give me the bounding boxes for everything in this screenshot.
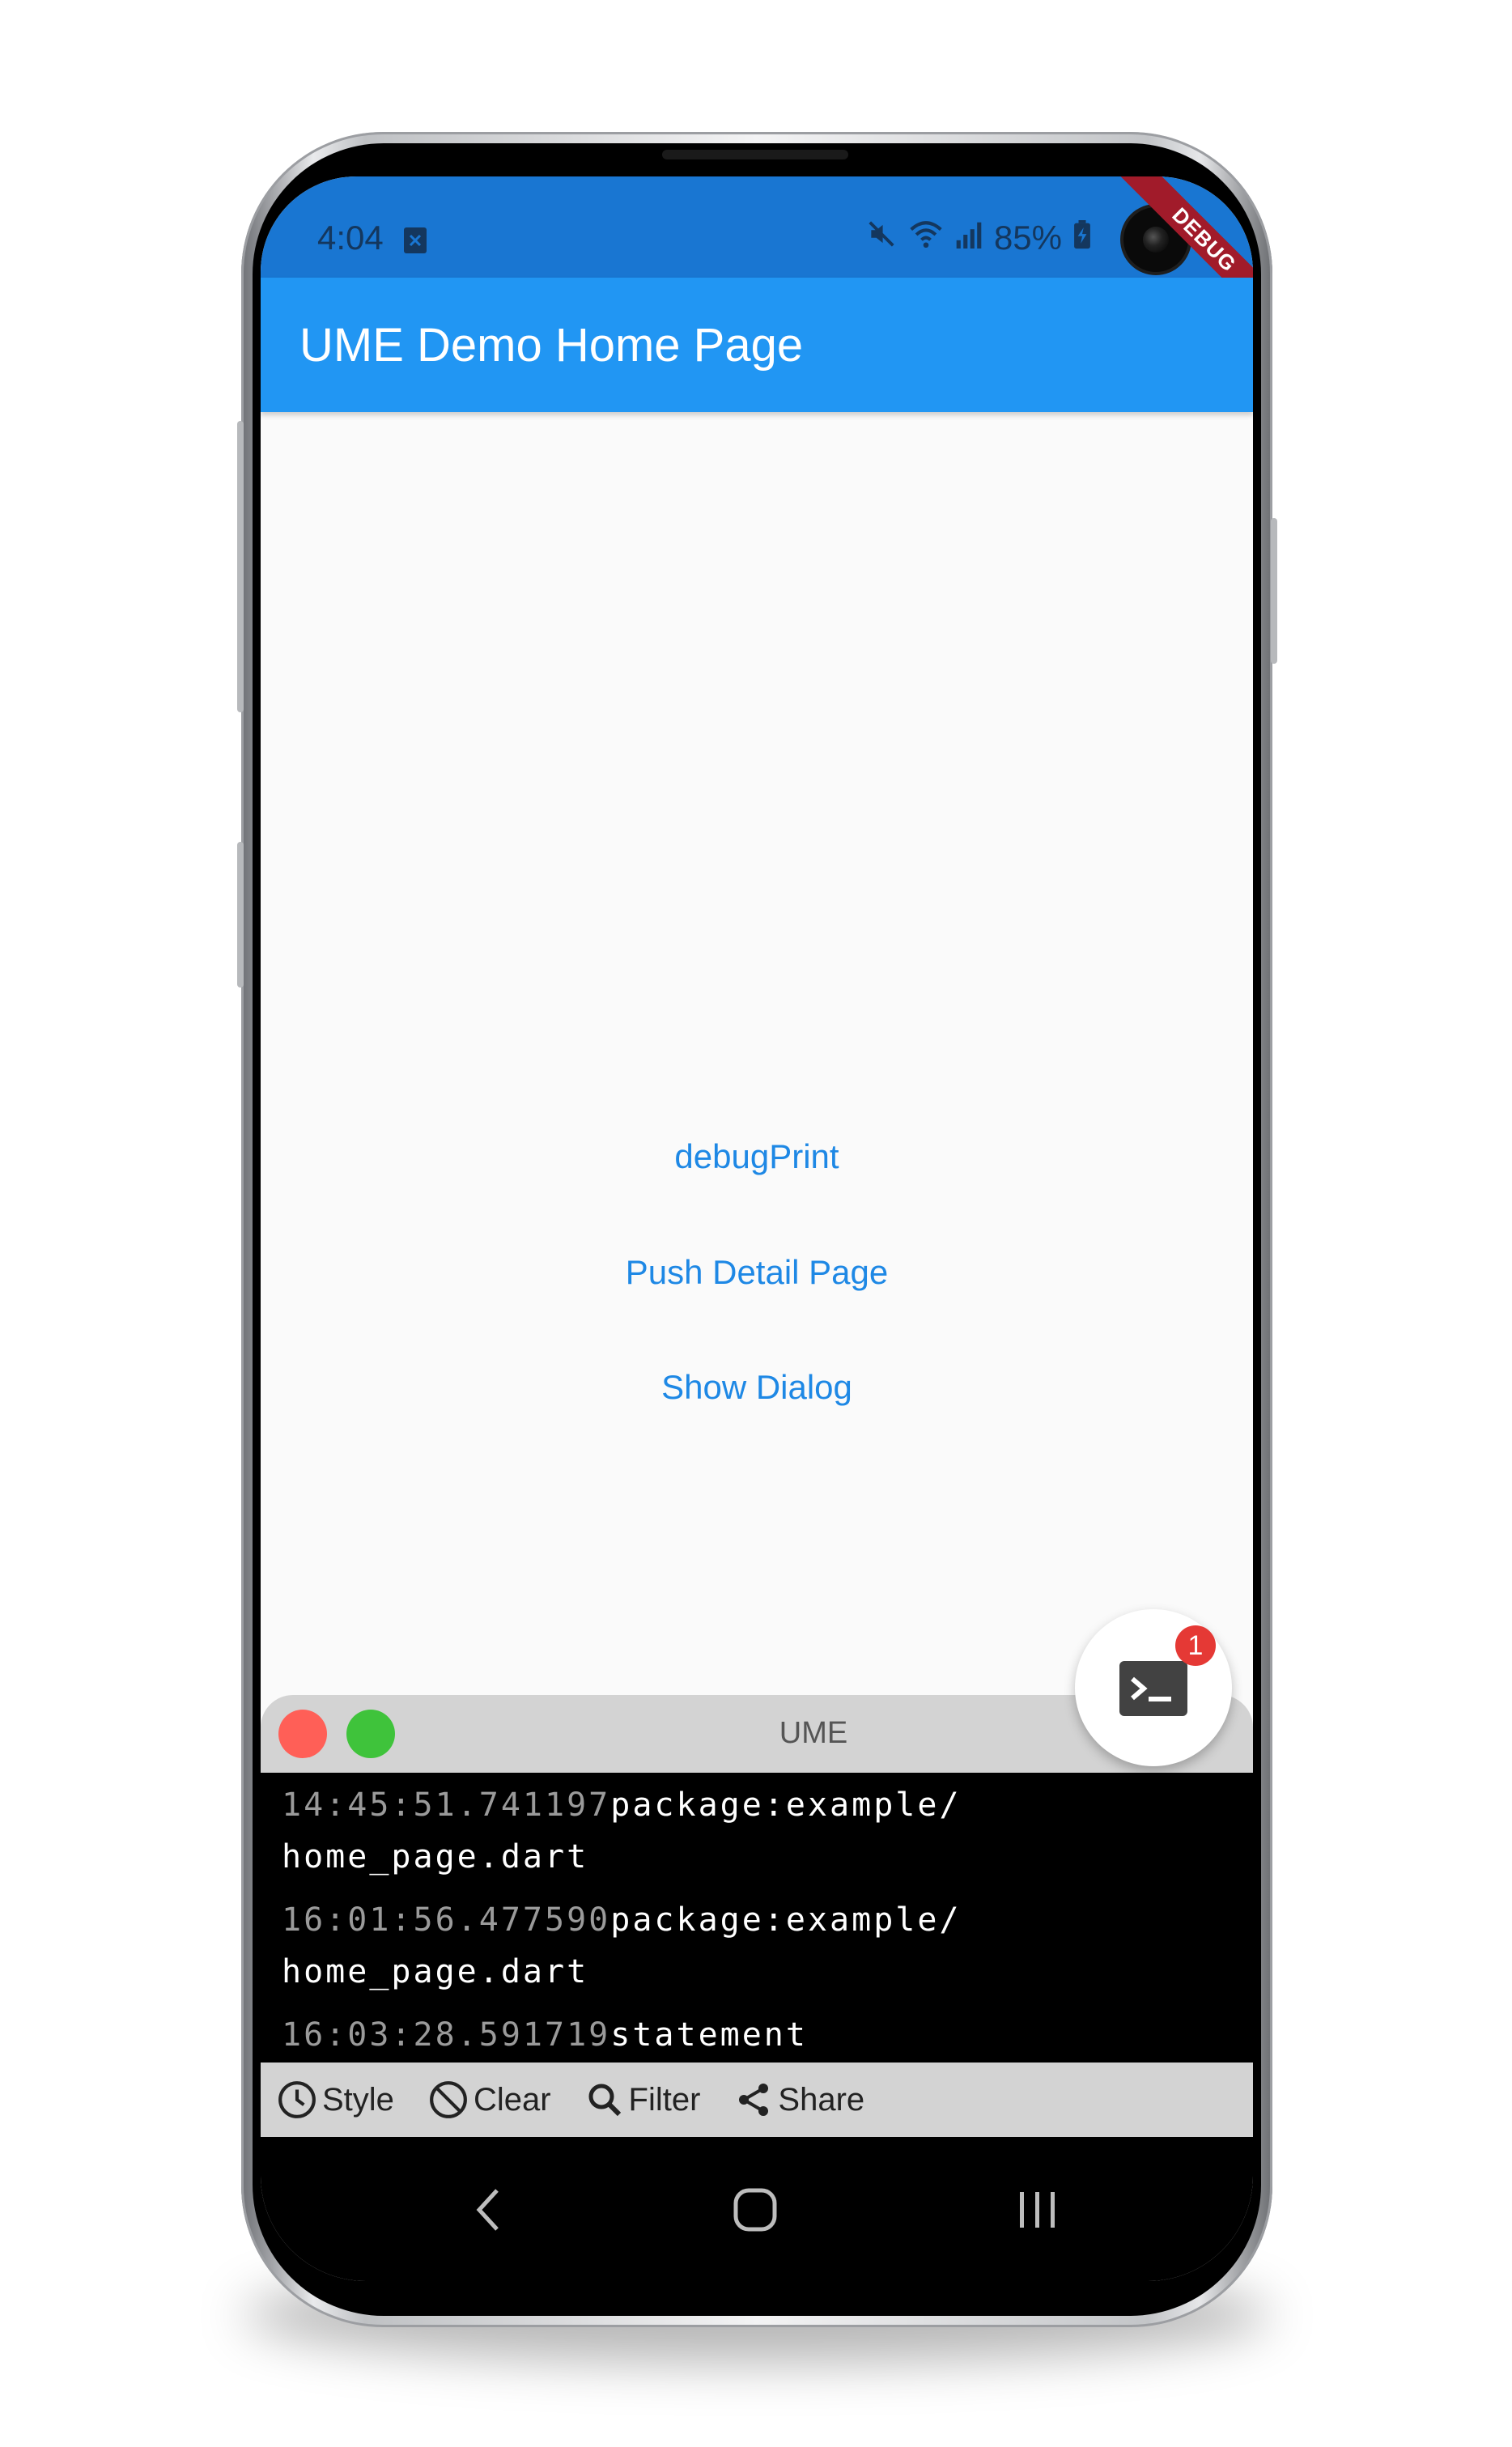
volume-button [237, 421, 244, 712]
signal-icon [955, 219, 983, 257]
log-message-continued: home_page.dart [282, 1838, 589, 1876]
speaker-grille [662, 150, 848, 159]
log-message: package:example/ [610, 1901, 962, 1939]
push-detail-page-button[interactable]: Push Detail Page [261, 1253, 1253, 1292]
log-message: package:example/ [610, 1786, 962, 1824]
log-entry: 14:45:51.741197package:example/ home_pag… [261, 1773, 1253, 1883]
system-navigation-bar [261, 2137, 1253, 2281]
filter-label: Filter [628, 2081, 701, 2118]
debug-print-button[interactable]: debugPrint [261, 1137, 1253, 1176]
log-entry: 16:01:56.477590package:example/ home_pag… [261, 1883, 1253, 1998]
app-bar: UME Demo Home Page [261, 278, 1253, 412]
log-message: statement [610, 2016, 808, 2054]
block-icon [430, 2081, 467, 2118]
style-button[interactable]: Style [277, 2080, 394, 2120]
console-log-area[interactable]: 14:45:51.741197package:example/ home_pag… [261, 1773, 1253, 2063]
log-timestamp: 16:03:28.591719 [282, 2016, 611, 2054]
back-icon[interactable] [473, 2187, 505, 2232]
log-timestamp: 14:45:51.741197 [282, 1786, 611, 1824]
filter-button[interactable]: Filter [585, 2080, 701, 2119]
page-title: UME Demo Home Page [299, 319, 804, 372]
clock-icon [278, 2081, 316, 2118]
search-icon [588, 2084, 621, 2117]
console-toolbar: Style Clear Filter Share [261, 2063, 1253, 2137]
wifi-icon [908, 219, 944, 257]
phone-screen: 4:04 85% DEBUG UME Demo Home Page debugP… [261, 176, 1253, 2281]
home-icon[interactable] [733, 2187, 778, 2232]
log-entry: 16:03:28.591719statement [261, 1998, 1253, 2061]
clear-button[interactable]: Clear [428, 2080, 551, 2120]
battery-icon [1073, 219, 1091, 257]
power-button [1271, 518, 1277, 664]
status-indicators: 85% [866, 219, 1091, 257]
notification-icon [403, 223, 427, 262]
bixby-button [237, 842, 244, 988]
terminal-icon [1119, 1661, 1187, 1716]
clear-label: Clear [473, 2081, 551, 2118]
show-dialog-button[interactable]: Show Dialog [261, 1368, 1253, 1407]
notification-badge: 1 [1175, 1625, 1216, 1666]
recent-apps-icon[interactable] [1017, 2187, 1059, 2232]
share-label: Share [778, 2081, 865, 2118]
style-label: Style [322, 2081, 394, 2118]
ume-floating-button[interactable]: 1 [1075, 1609, 1232, 1766]
share-button[interactable]: Share [734, 2080, 864, 2119]
status-time: 4:04 [317, 219, 384, 257]
battery-percentage: 85% [993, 219, 1062, 257]
status-bar: 4:04 85% DEBUG [261, 176, 1253, 325]
log-timestamp: 16:01:56.477590 [282, 1901, 611, 1939]
ume-console-panel: UME 14:45:51.741197package:example/ home… [261, 1695, 1253, 2137]
log-message-continued: home_page.dart [282, 1953, 589, 1990]
share-icon [739, 2084, 769, 2116]
mute-icon [866, 219, 897, 257]
